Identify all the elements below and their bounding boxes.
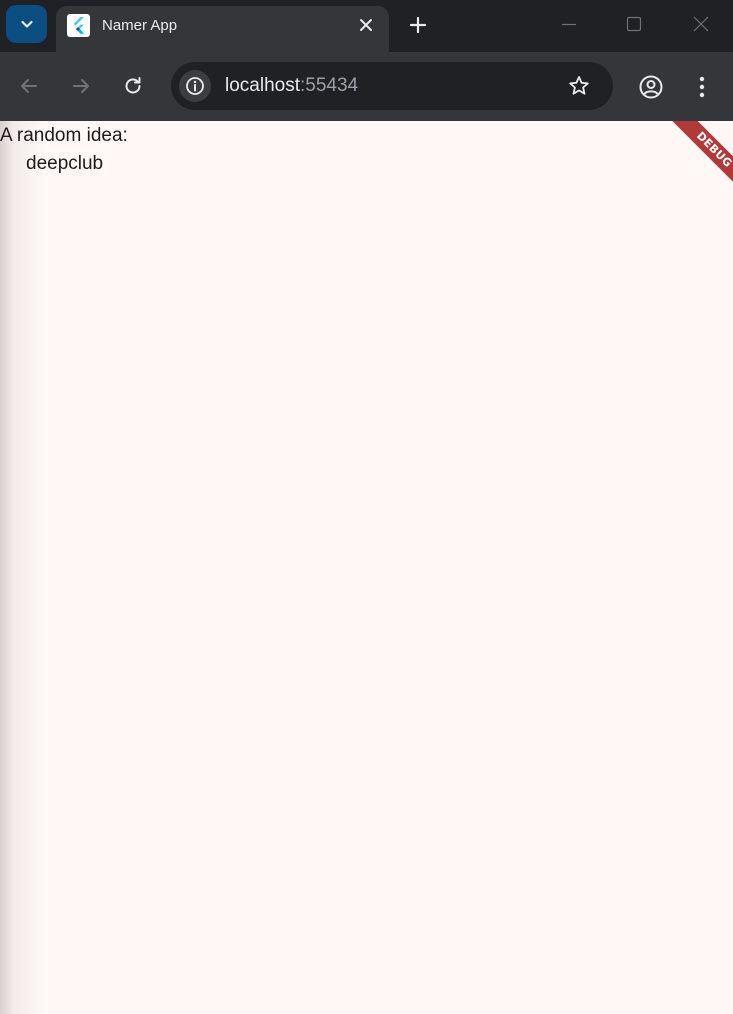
info-icon bbox=[186, 77, 204, 95]
close-icon[interactable] bbox=[357, 16, 375, 34]
star-icon[interactable] bbox=[567, 74, 591, 98]
word-pair-text: deepclub bbox=[26, 153, 104, 174]
profile-icon[interactable] bbox=[638, 74, 664, 100]
site-info-button[interactable] bbox=[179, 70, 211, 102]
flutter-icon bbox=[67, 14, 90, 37]
back-arrow-icon[interactable] bbox=[17, 74, 41, 98]
close-window-icon[interactable] bbox=[691, 14, 711, 34]
maximize-icon[interactable] bbox=[624, 14, 644, 34]
chevron-down-icon bbox=[20, 20, 33, 28]
debug-banner-container: DEBUG bbox=[643, 121, 733, 211]
tab-namer-app[interactable]: Namer App bbox=[56, 6, 389, 52]
browser-window: Namer App localhost:55434 A random idea:… bbox=[0, 0, 733, 1014]
kebab-menu-icon[interactable] bbox=[690, 74, 714, 100]
plus-icon[interactable] bbox=[406, 13, 430, 37]
app-page: A random idea: deepclub DEBUG bbox=[0, 121, 733, 1014]
tab-search-button[interactable] bbox=[6, 5, 47, 43]
tab-strip: Namer App bbox=[0, 0, 733, 52]
url-port: :55434 bbox=[300, 75, 359, 96]
reload-icon[interactable] bbox=[121, 74, 145, 98]
edge-shadow bbox=[0, 121, 46, 1014]
debug-banner: DEBUG bbox=[661, 121, 733, 203]
url-text[interactable]: localhost:55434 bbox=[225, 75, 358, 97]
address-bar[interactable]: localhost:55434 bbox=[171, 62, 613, 110]
browser-toolbar: localhost:55434 bbox=[0, 52, 733, 121]
forward-arrow-icon[interactable] bbox=[69, 74, 93, 98]
url-host: localhost bbox=[225, 75, 300, 96]
minimize-icon[interactable] bbox=[559, 14, 579, 34]
tab-title: Namer App bbox=[102, 17, 178, 34]
intro-text: A random idea: bbox=[0, 125, 128, 146]
